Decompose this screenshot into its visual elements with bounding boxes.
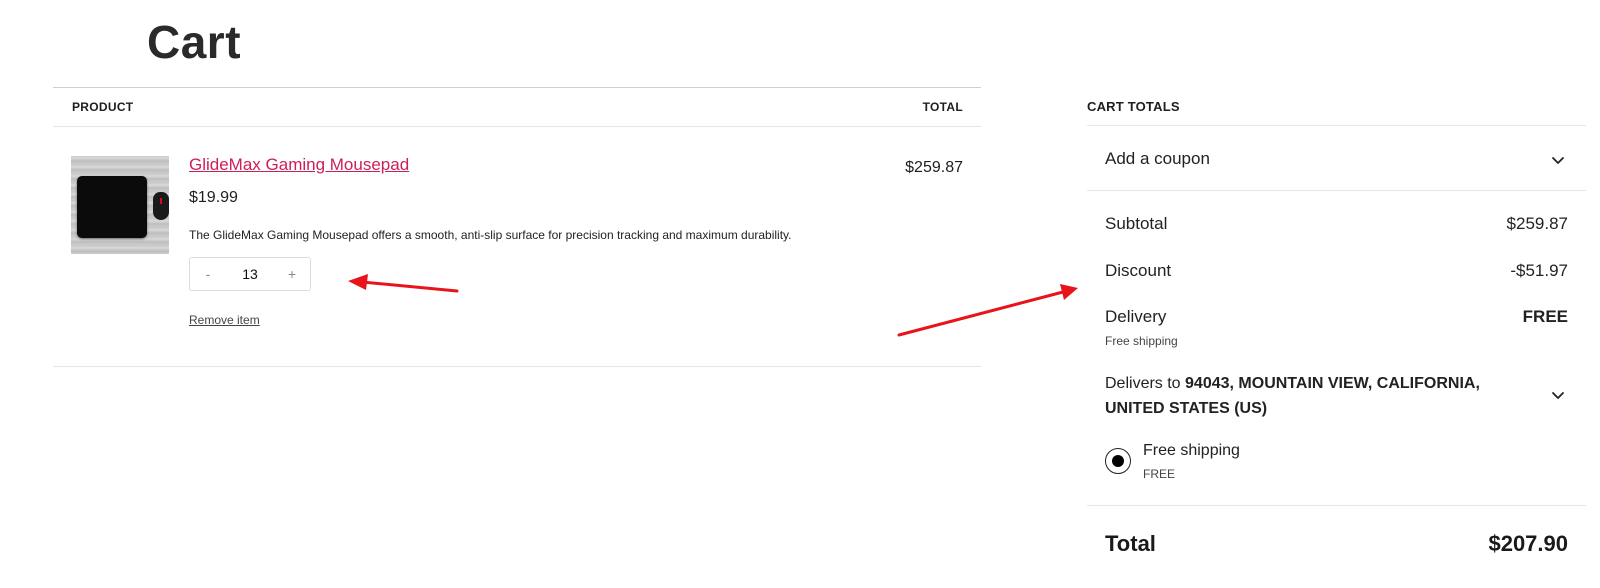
mousepad-graphic — [77, 176, 147, 238]
discount-label: Discount — [1105, 261, 1172, 280]
divider — [1087, 190, 1586, 191]
mouse-graphic — [153, 192, 169, 220]
discount-value: -$51.97 — [1510, 261, 1568, 280]
divider — [1087, 505, 1586, 506]
remove-item-link[interactable]: Remove item — [189, 313, 260, 327]
cart-table: PRODUCT TOTAL GlideMax Gaming Mousepad $… — [53, 87, 981, 368]
divider — [1087, 125, 1586, 126]
decrease-quantity-button[interactable]: - — [190, 258, 226, 290]
delivers-to-address[interactable]: Delivers to 94043, MOUNTAIN VIEW, CALIFO… — [1105, 371, 1480, 421]
delivery-label: Delivery — [1105, 307, 1167, 326]
subtotal-label: Subtotal — [1105, 214, 1168, 233]
delivers-to-prefix: Delivers to — [1105, 375, 1181, 392]
total-column-header: TOTAL — [922, 100, 963, 114]
shipping-option-label: Free shipping — [1143, 442, 1240, 459]
free-shipping-radio[interactable] — [1105, 448, 1131, 474]
cart-totals-heading: CART TOTALS — [1087, 99, 1180, 114]
shipping-option-price: FREE — [1143, 467, 1176, 481]
delivery-value: FREE — [1522, 307, 1568, 326]
header-divider — [53, 126, 981, 127]
table-bottom-divider — [53, 366, 981, 367]
subtotal-value: $259.87 — [1506, 214, 1568, 233]
product-description: The GlideMax Gaming Mousepad offers a sm… — [189, 228, 792, 242]
unit-price: $19.99 — [189, 189, 238, 206]
cart-totals-panel: CART TOTALS Add a coupon Subtotal $259.8… — [1087, 87, 1586, 587]
product-name-link[interactable]: GlideMax Gaming Mousepad — [189, 155, 409, 175]
chevron-down-icon[interactable] — [1550, 387, 1566, 403]
line-total: $259.87 — [905, 159, 963, 176]
increase-quantity-button[interactable]: + — [274, 258, 310, 290]
delivery-note: Free shipping — [1105, 334, 1178, 348]
delivery-address-line2: UNITED STATES (US) — [1105, 400, 1268, 417]
mousepad-product-image[interactable] — [71, 156, 169, 254]
delivery-address-line1: 94043, MOUNTAIN VIEW, CALIFORNIA, — [1185, 375, 1480, 392]
quantity-input[interactable]: 13 — [226, 266, 274, 282]
quantity-stepper: - 13 + — [189, 257, 311, 291]
total-value: $207.90 — [1488, 531, 1568, 556]
total-label: Total — [1105, 531, 1156, 556]
add-coupon-toggle[interactable]: Add a coupon — [1105, 149, 1210, 169]
product-column-header: PRODUCT — [72, 100, 134, 114]
chevron-down-icon[interactable] — [1550, 152, 1566, 168]
page-title: Cart — [147, 16, 242, 68]
